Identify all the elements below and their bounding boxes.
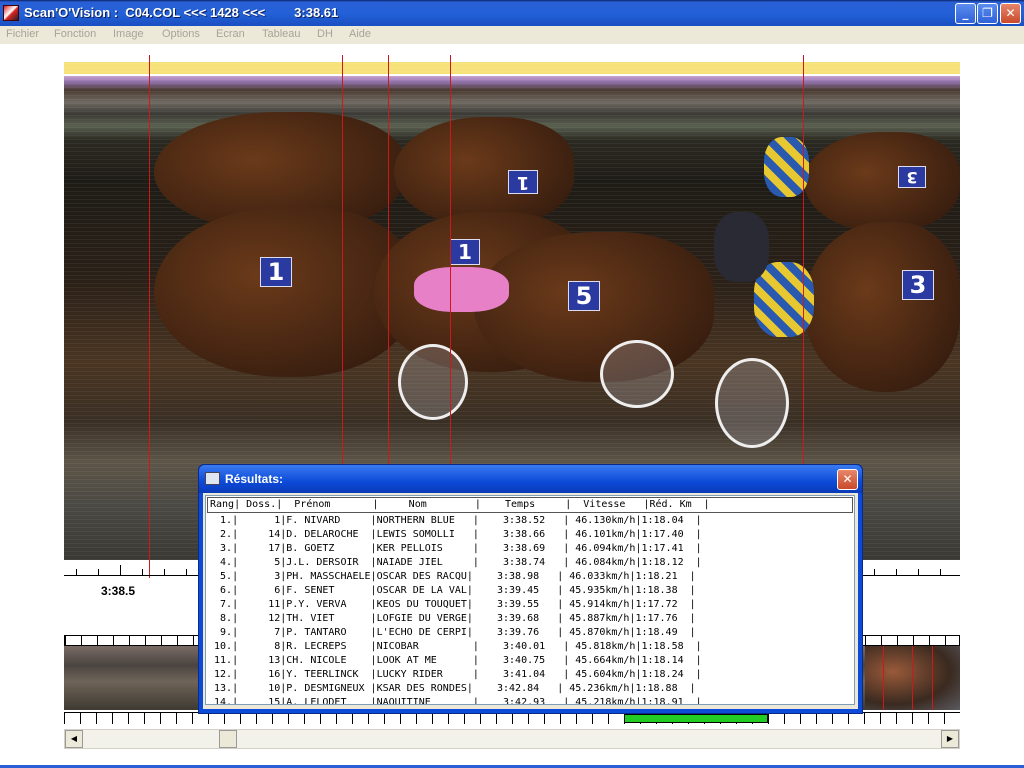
filmstrip-timing-line — [932, 646, 933, 710]
results-row[interactable]: 2.| 14|D. DELAROCHE |LEWIS SOMOLLI | 3:3… — [206, 528, 854, 542]
scroll-thumb[interactable] — [219, 730, 237, 748]
scroll-left-arrow-icon[interactable]: ◀ — [65, 730, 83, 748]
results-row[interactable]: 13.| 10|P. DESMIGNEUX |KSAR DES RONDES| … — [206, 682, 854, 696]
horse-back-right — [804, 132, 960, 232]
ruler-tick — [76, 569, 77, 575]
timing-line[interactable] — [149, 55, 150, 578]
horse-back-middle — [394, 117, 574, 227]
horizontal-scrollbar[interactable]: ◀ ▶ — [64, 729, 960, 749]
saddle-number-5: 5 — [568, 281, 600, 311]
rider-striped — [754, 262, 814, 337]
results-row[interactable]: 5.| 3|PH. MASSCHAELE|OSCAR DES RACQU| 3:… — [206, 570, 854, 584]
results-row[interactable]: 8.| 12|TH. VIET |LOFGIE DU VERGE| 3:39.6… — [206, 612, 854, 626]
results-row[interactable]: 3.| 17|B. GOETZ |KER PELLOIS | 3:38.69 |… — [206, 542, 854, 556]
results-row[interactable]: 14.| 15|A. LELODET |NAQUITINE | 3:42.93 … — [206, 696, 854, 704]
minimize-button[interactable]: _ — [955, 3, 976, 24]
horse-3 — [804, 222, 960, 392]
results-row[interactable]: 10.| 8|R. LECREPS |NICOBAR | 3:40.01 | 4… — [206, 640, 854, 654]
results-row[interactable]: 7.| 11|P.Y. VERVA |KEOS DU TOUQUET| 3:39… — [206, 598, 854, 612]
ruler-tick — [142, 569, 143, 575]
ruler-tick — [896, 569, 897, 575]
app-icon[interactable] — [3, 5, 19, 21]
maximize-button[interactable]: ❐ — [977, 3, 998, 24]
sulky-wheel-left — [398, 344, 468, 420]
timing-line[interactable] — [388, 55, 389, 465]
saddle-number-1: 1 — [260, 257, 292, 287]
results-dialog-body: Rang| Doss.| Prénom | Nom | Temps | Vite… — [203, 493, 858, 709]
menu-ecran[interactable]: Ecran — [216, 28, 245, 40]
ruler-tick — [186, 569, 187, 575]
scroll-right-arrow-icon[interactable]: ▶ — [941, 730, 959, 748]
printer-icon — [205, 472, 220, 485]
results-row[interactable]: 9.| 7|P. TANTARO |L'ECHO DE CERPI| 3:39.… — [206, 626, 854, 640]
window-title: Scan'O'Vision : C04.COL <<< 1428 <<< 3:3… — [24, 5, 339, 20]
menu-tableau[interactable]: Tableau — [262, 28, 301, 40]
results-row[interactable]: 11.| 13|CH. NICOLE |LOOK AT ME | 3:40.75… — [206, 654, 854, 668]
menu-options[interactable]: Options — [162, 28, 200, 40]
ruler-tick — [918, 569, 919, 575]
ruler-tick — [98, 569, 99, 575]
menu-bar: Fichier Fonction Image Options Ecran Tab… — [0, 26, 1024, 44]
saddle-number-back-1: 1 — [508, 170, 538, 194]
results-row[interactable]: 1.| 1|F. NIVARD |NORTHERN BLUE | 3:38.52… — [206, 514, 854, 528]
filmstrip-view-range-marker[interactable] — [624, 714, 768, 723]
close-button[interactable]: ✕ — [1000, 3, 1021, 24]
menu-image[interactable]: Image — [113, 28, 144, 40]
rider-pink — [414, 267, 509, 312]
results-header-row: Rang| Doss.| Prénom | Nom | Temps | Vite… — [207, 497, 853, 513]
ruler-tick — [874, 569, 875, 575]
results-list[interactable]: Rang| Doss.| Prénom | Nom | Temps | Vite… — [205, 495, 855, 705]
results-dialog: Résultats: ✕ Rang| Doss.| Prénom | Nom |… — [198, 464, 863, 714]
filmstrip-timing-line — [912, 646, 913, 710]
filmstrip-timing-line — [883, 646, 884, 710]
saddle-number-3: 3 — [902, 270, 934, 300]
timing-line[interactable] — [450, 55, 451, 465]
ruler-tick — [940, 569, 941, 575]
results-close-button[interactable]: ✕ — [837, 469, 858, 490]
sulky-wheel-right — [715, 358, 789, 448]
results-dialog-title: Résultats: — [225, 472, 284, 486]
menu-fonction[interactable]: Fonction — [54, 28, 96, 40]
menu-fichier[interactable]: Fichier — [6, 28, 39, 40]
ruler-tick — [120, 565, 121, 575]
results-row[interactable]: 12.| 16|Y. TEERLINCK |LUCKY RIDER | 3:41… — [206, 668, 854, 682]
results-dialog-title-bar[interactable]: Résultats: ✕ — [199, 465, 862, 493]
results-row[interactable]: 4.| 5|J.L. DERSOIR |NAIADE JIEL | 3:38.7… — [206, 556, 854, 570]
ruler-time-label: 3:38.5 — [101, 584, 136, 598]
timing-line[interactable] — [803, 55, 804, 465]
sulky-wheel-middle — [600, 340, 674, 408]
results-row[interactable]: 6.| 6|F. SENET |OSCAR DE LA VAL| 3:39.45… — [206, 584, 854, 598]
timing-line[interactable] — [342, 55, 343, 465]
ruler-tick — [164, 569, 165, 575]
saddle-number-back-3: 3 — [898, 166, 926, 188]
menu-aide[interactable]: Aide — [349, 28, 371, 40]
rider-dark — [714, 212, 769, 282]
menu-dh[interactable]: DH — [317, 28, 333, 40]
title-bar: Scan'O'Vision : C04.COL <<< 1428 <<< 3:3… — [0, 0, 1024, 26]
saddle-number-11: 1 — [450, 239, 480, 265]
